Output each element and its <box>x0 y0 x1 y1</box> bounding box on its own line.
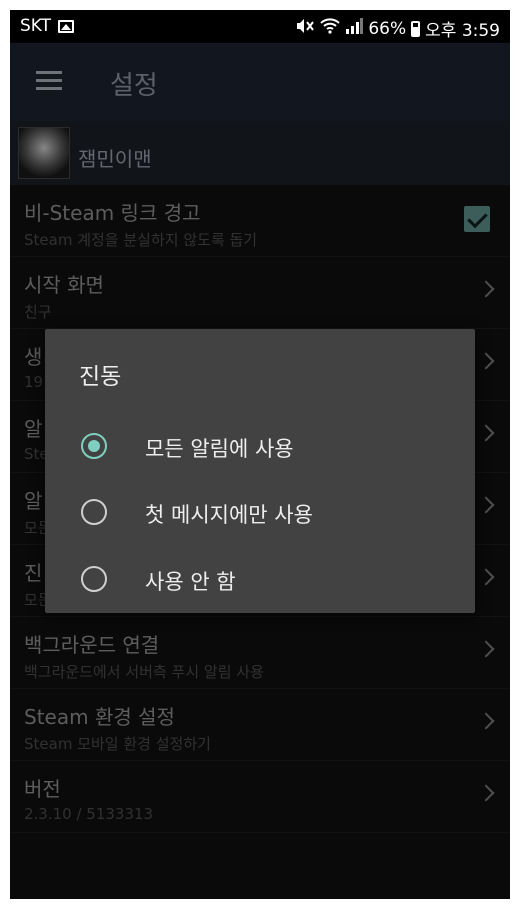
option-label: 사용 안 함 <box>145 570 236 594</box>
signal-icon <box>345 18 364 39</box>
gallery-icon <box>58 19 75 33</box>
option-label: 모든 알림에 사용 <box>145 437 294 461</box>
radio-unselected-icon[interactable] <box>81 499 107 525</box>
vibration-dialog: 진동 모든 알림에 사용 첫 메시지에만 사용 사용 안 함 <box>45 329 475 613</box>
dialog-title: 진동 <box>79 364 122 390</box>
radio-selected-icon[interactable] <box>81 433 107 459</box>
status-bar: SKT 66% 오후 3:59 <box>10 10 510 43</box>
option-all-notifications[interactable]: 모든 알림에 사용 <box>45 413 475 479</box>
option-off[interactable]: 사용 안 함 <box>45 546 475 612</box>
wifi-icon <box>320 18 341 39</box>
option-label: 첫 메시지에만 사용 <box>145 503 313 527</box>
battery-icon <box>411 20 421 37</box>
battery-percent: 66% <box>368 18 407 39</box>
clock: 오후 3:59 <box>425 21 500 41</box>
phone-screen: SKT 66% 오후 3:59 설정 잼민이맨 비-Steam 링크 경고 St… <box>10 10 510 899</box>
carrier-label: SKT <box>20 16 52 36</box>
radio-unselected-icon[interactable] <box>81 566 107 592</box>
mute-icon <box>295 17 315 40</box>
option-first-message-only[interactable]: 첫 메시지에만 사용 <box>45 479 475 545</box>
